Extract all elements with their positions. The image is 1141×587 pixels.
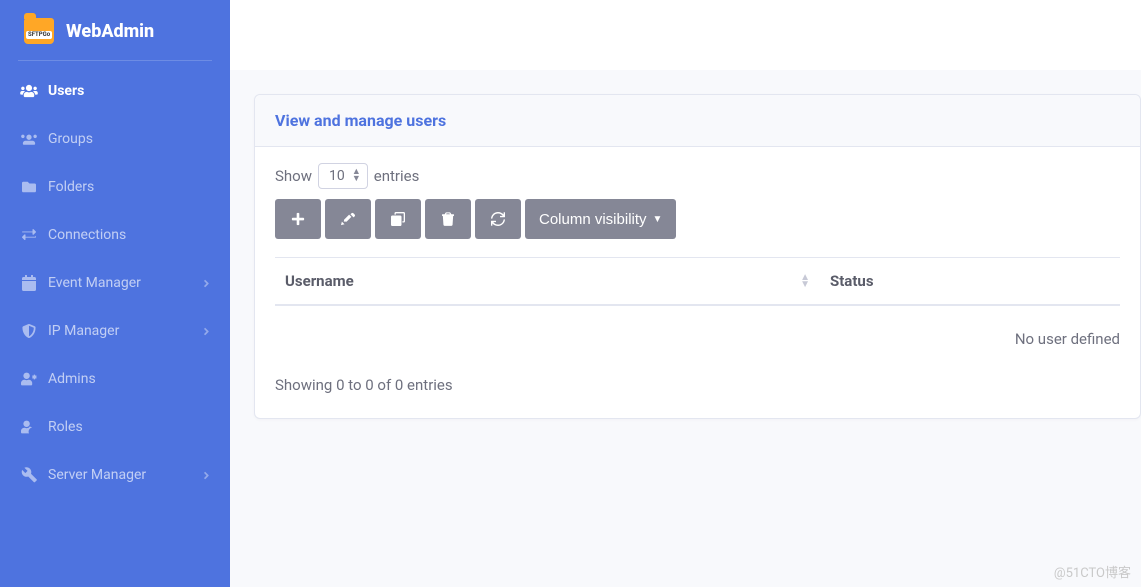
column-header-username[interactable]: Username ▲▼ (285, 272, 830, 290)
card-title: View and manage users (255, 95, 1140, 147)
chevron-right-icon (203, 278, 210, 289)
sidebar-item-label: Server Manager (48, 467, 146, 483)
plus-icon (291, 212, 305, 226)
admin-icon (20, 372, 38, 386)
sort-icon: ▲▼ (800, 274, 810, 288)
topbar (230, 0, 1141, 70)
column-header-status-label: Status (830, 272, 874, 290)
showing-info: Showing 0 to 0 of 0 entries (275, 376, 1120, 394)
sidebar-item-label: Users (48, 83, 84, 99)
brand[interactable]: SFTPGo WebAdmin (0, 0, 230, 60)
entries-label: entries (374, 167, 420, 185)
brand-title: WebAdmin (66, 21, 154, 42)
entries-select-value: 10 (329, 168, 345, 184)
add-button[interactable] (275, 199, 321, 239)
users-table: Username ▲▼ Status No user defined (275, 257, 1120, 356)
pencil-icon (341, 212, 355, 226)
shield-icon (20, 323, 38, 339)
sidebar-item-connections[interactable]: Connections (0, 211, 230, 259)
sidebar-item-label: IP Manager (48, 323, 119, 339)
calendar-icon (20, 275, 38, 291)
sidebar: SFTPGo WebAdmin Users Groups Folders Con… (0, 0, 230, 587)
table-empty-message: No user defined (275, 306, 1120, 356)
column-visibility-label: Column visibility (539, 211, 647, 228)
sidebar-item-admins[interactable]: Admins (0, 355, 230, 403)
tools-icon (20, 467, 38, 483)
refresh-button[interactable] (475, 199, 521, 239)
show-label: Show (275, 167, 312, 185)
table-toolbar: Column visibility ▼ (275, 199, 1120, 239)
table-header-row: Username ▲▼ Status (275, 257, 1120, 306)
caret-down-icon: ▼ (653, 214, 663, 225)
refresh-icon (491, 212, 505, 226)
folder-icon (20, 180, 38, 194)
edit-button[interactable] (325, 199, 371, 239)
sidebar-item-roles[interactable]: Roles (0, 403, 230, 451)
sidebar-item-event-manager[interactable]: Event Manager (0, 259, 230, 307)
sidebar-item-label: Connections (48, 227, 126, 243)
sidebar-item-label: Roles (48, 419, 83, 435)
delete-button[interactable] (425, 199, 471, 239)
users-card: View and manage users Show 10 ▲▼ entries (254, 94, 1141, 419)
column-visibility-button[interactable]: Column visibility ▼ (525, 199, 676, 239)
sidebar-item-label: Groups (48, 131, 93, 147)
sidebar-item-ip-manager[interactable]: IP Manager (0, 307, 230, 355)
trash-icon (442, 212, 454, 226)
entries-select[interactable]: 10 ▲▼ (318, 163, 368, 189)
exchange-icon (20, 228, 38, 242)
sidebar-item-server-manager[interactable]: Server Manager (0, 451, 230, 499)
sidebar-item-label: Folders (48, 179, 94, 195)
card-body: Show 10 ▲▼ entries (255, 147, 1140, 418)
users-icon (20, 84, 38, 98)
main-area: View and manage users Show 10 ▲▼ entries (230, 0, 1141, 587)
groups-icon (20, 132, 38, 146)
chevron-right-icon (203, 326, 210, 337)
chevron-right-icon (203, 470, 210, 481)
sidebar-item-label: Event Manager (48, 275, 141, 291)
watermark: @51CTO博客 (1054, 562, 1131, 581)
sidebar-item-label: Admins (48, 371, 96, 387)
brand-logo-tag: SFTPGo (26, 31, 52, 39)
sidebar-item-users[interactable]: Users (0, 67, 230, 115)
column-header-status[interactable]: Status (830, 272, 1110, 290)
page-length-control: Show 10 ▲▼ entries (275, 163, 1120, 189)
copy-icon (391, 212, 405, 226)
sidebar-item-groups[interactable]: Groups (0, 115, 230, 163)
roles-icon (20, 420, 38, 434)
brand-logo-icon: SFTPGo (24, 18, 54, 44)
column-header-username-label: Username (285, 272, 354, 290)
select-caret-icon: ▲▼ (352, 169, 361, 183)
clone-button[interactable] (375, 199, 421, 239)
sidebar-divider (18, 60, 212, 61)
sidebar-item-folders[interactable]: Folders (0, 163, 230, 211)
